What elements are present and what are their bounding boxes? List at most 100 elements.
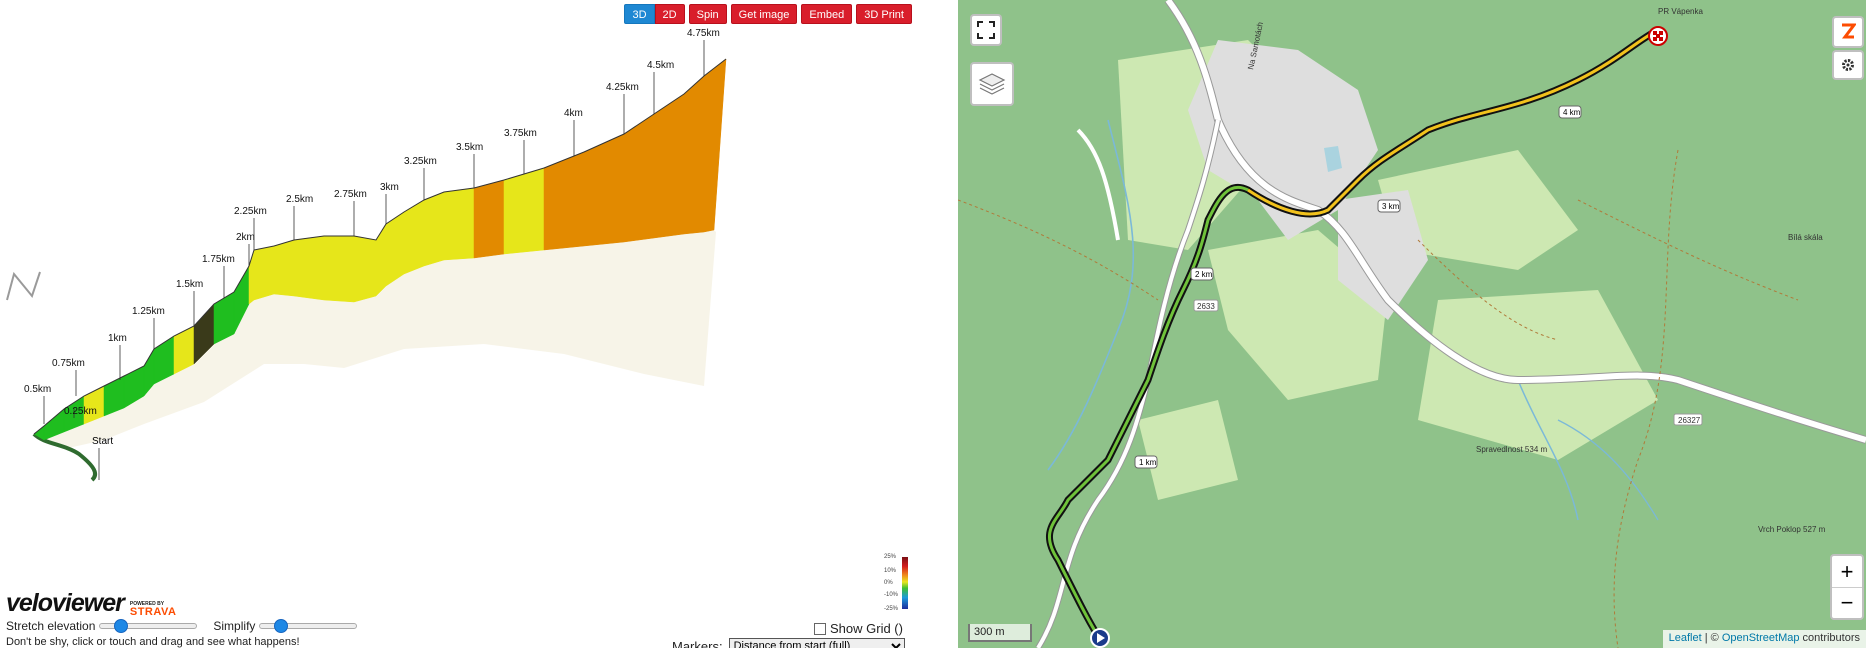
embed-button[interactable]: Embed — [801, 4, 853, 24]
profile-controls: Stretch elevation Simplify Show Grid () … — [6, 619, 914, 648]
profile-segment — [703, 58, 727, 233]
map-tiles[interactable]: 1 km 2 km 3 km 4 km 26327 2633 PR Vápenk… — [958, 0, 1866, 648]
strava-icon — [1842, 23, 1856, 39]
get-image-button[interactable]: Get image — [730, 4, 798, 24]
profile-segment — [375, 223, 387, 297]
show-grid-checkbox[interactable] — [814, 622, 826, 635]
profile-segment — [503, 167, 545, 255]
elevation-profile-3d[interactable]: 0.25km 0.5km 0.75km 1km 1.25km 1.5km 1.75km2km… — [4, 4, 912, 622]
simplify-label: Simplify — [213, 619, 256, 633]
profile-segment — [385, 211, 405, 287]
slider-knob[interactable] — [114, 619, 129, 633]
markers-control: Markers: Distance from start (full) — [672, 638, 905, 648]
distance-marker-label: 4km — [564, 108, 583, 119]
view-3d-button[interactable]: 3D — [624, 4, 655, 24]
road-number-label: 26327 — [1678, 416, 1701, 425]
profile-segment — [323, 235, 355, 303]
zoom-control: + − — [1830, 554, 1864, 620]
distance-marker-label: 2.25km — [234, 206, 267, 217]
distance-marker-label: 3km — [380, 182, 399, 193]
attribution-tail: contributors — [1799, 632, 1860, 644]
distance-marker-label: 0.75km — [52, 358, 85, 369]
fullscreen-button[interactable] — [970, 14, 1002, 46]
strava-wordmark: STRAVA — [129, 606, 177, 618]
interaction-hint: Don't be shy, click or touch and drag an… — [6, 636, 300, 648]
elevation-profile-panel: 0.25km 0.5km 0.75km 1km 1.25km 1.5km 1.75km 2km… — [0, 0, 912, 648]
route-map[interactable]: 1 km 2 km 3 km 4 km 26327 2633 PR Vápenk… — [958, 0, 1866, 648]
attribution-separator: | © — [1701, 632, 1722, 644]
km-marker-label: 4 km — [1563, 108, 1581, 117]
veloviewer-logo[interactable]: veloviewer POWERED BY STRAVA — [6, 589, 177, 618]
stretch-elevation-label: Stretch elevation — [6, 619, 96, 633]
profile-toolbar: 3D 2D Spin Get image Embed 3D Print — [624, 4, 912, 24]
leaflet-link[interactable]: Leaflet — [1669, 632, 1702, 644]
map-scale-bar: 300 m — [968, 624, 1032, 642]
show-grid-label: Show Grid () — [830, 621, 903, 636]
km-marker-label: 1 km — [1139, 458, 1157, 467]
distance-marker-label: 2.75km — [334, 189, 367, 200]
gradient-legend: 25% 10% 0% -10% -25% — [884, 552, 910, 614]
distance-marker-label: 1.25km — [132, 306, 165, 317]
profile-segment — [403, 199, 425, 275]
distance-marker-label: 1.5km — [176, 279, 203, 290]
show-grid-toggle[interactable]: Show Grid () — [814, 621, 903, 636]
markers-select[interactable]: Distance from start (full) — [728, 638, 905, 648]
profile-segment — [653, 93, 685, 239]
legend-label: 10% — [884, 568, 897, 574]
profile-segment — [683, 75, 705, 235]
zoom-in-button[interactable]: + — [1832, 556, 1862, 587]
layers-button[interactable] — [970, 62, 1014, 106]
veloviewer-wordmark: veloviewer — [6, 589, 125, 617]
distance-marker-label: 4.25km — [606, 82, 639, 93]
app-root: 0.25km 0.5km 0.75km 1km 1.25km 1.5km 1.75km 2km… — [0, 0, 1866, 648]
route-start-icon[interactable] — [1090, 628, 1110, 648]
view-2d-button[interactable]: 2D — [654, 4, 685, 24]
profile-segment — [623, 113, 655, 243]
slider-knob[interactable] — [274, 619, 289, 633]
place-label: Vrch Poklop 527 m — [1758, 525, 1826, 534]
distance-marker-label: 0.5km — [24, 384, 51, 395]
distance-marker-label: 0.25km — [64, 406, 97, 417]
road-number-label: 2633 — [1197, 302, 1215, 311]
spin-button[interactable]: Spin — [688, 4, 727, 24]
map-attribution: Leaflet | © OpenStreetMap contributors — [1662, 630, 1866, 648]
print-3d-button[interactable]: 3D Print — [856, 4, 912, 24]
distance-marker-label: 2km — [236, 232, 255, 243]
gear-icon — [1842, 59, 1854, 71]
legend-label: -10% — [884, 592, 899, 598]
zoom-out-button[interactable]: − — [1832, 587, 1862, 618]
route-finish-icon[interactable] — [1648, 26, 1668, 46]
simplify-slider[interactable] — [259, 619, 358, 633]
fullscreen-icon — [977, 21, 995, 39]
distance-marker-label: 1.75km — [202, 254, 235, 265]
map-settings-button[interactable] — [1832, 50, 1864, 80]
legend-label: 25% — [884, 554, 897, 560]
profile-segment — [253, 245, 275, 301]
view-toggle: 3D 2D — [624, 4, 685, 24]
profile-segment — [353, 235, 377, 303]
start-marker-label: Start — [92, 436, 113, 447]
markers-label: Markers: — [672, 638, 723, 648]
place-label: Bílá skála — [1788, 233, 1823, 242]
distance-marker-label: 3.5km — [456, 142, 483, 153]
strava-heatmap-button[interactable] — [1832, 16, 1864, 48]
distance-marker-label: 2.5km — [286, 194, 313, 205]
stretch-elevation-slider[interactable] — [99, 619, 198, 633]
profile-segment — [543, 151, 585, 251]
profile-segment — [293, 235, 325, 301]
compass-north-icon — [6, 271, 41, 301]
km-marker-label: 3 km — [1382, 202, 1400, 211]
profile-segment — [583, 133, 625, 247]
distance-marker-label: 4.75km — [687, 28, 720, 39]
km-marker-label: 2 km — [1195, 270, 1213, 279]
place-label: Spravedlnost 534 m — [1476, 445, 1547, 454]
legend-label: 0% — [884, 580, 893, 586]
gradient-legend-bar — [902, 557, 908, 609]
profile-segment — [473, 179, 505, 259]
profile-segment — [273, 239, 295, 297]
distance-marker-label: 3.75km — [504, 128, 537, 139]
profile-segment — [423, 191, 445, 267]
legend-label: -25% — [884, 606, 899, 612]
distance-marker-label: 1km — [108, 333, 127, 344]
openstreetmap-link[interactable]: OpenStreetMap — [1722, 632, 1800, 644]
